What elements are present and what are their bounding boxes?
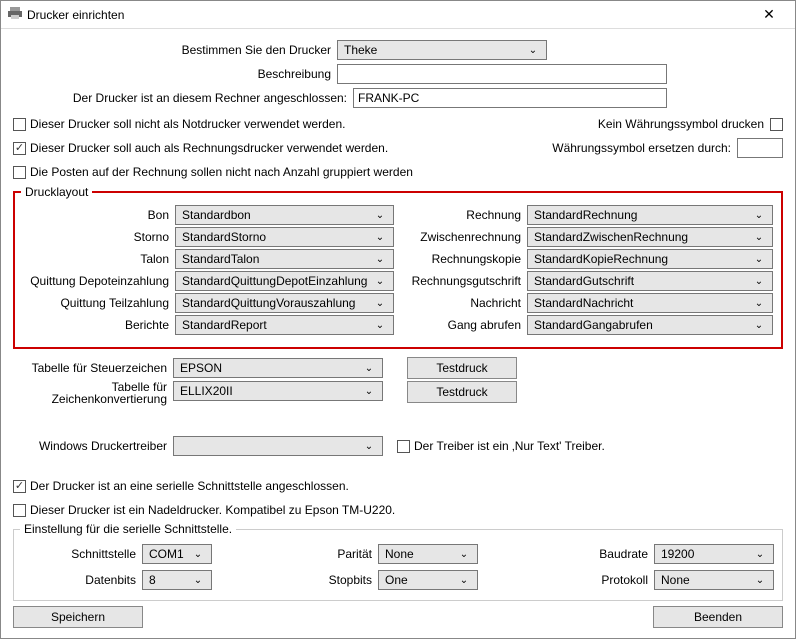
- chevron-down-icon: ⌄: [360, 386, 378, 397]
- layout-right-select-1[interactable]: StandardZwischenRechnung⌄: [527, 227, 773, 247]
- layout-left-select-3[interactable]: StandardQuittungDepotEinzahlung⌄: [175, 271, 394, 291]
- testdruck-button-2[interactable]: Testdruck: [407, 381, 517, 403]
- no-group-checkbox[interactable]: [13, 166, 26, 179]
- parity-label: Parität: [308, 547, 378, 561]
- chevron-down-icon: ⌄: [750, 210, 768, 221]
- chevron-down-icon: ⌄: [360, 363, 378, 374]
- serial-checkbox[interactable]: [13, 480, 26, 493]
- host-label: Der Drucker ist an diesem Rechner angesc…: [13, 91, 353, 105]
- chevron-down-icon: ⌄: [750, 254, 768, 265]
- chevron-down-icon: ⌄: [751, 549, 769, 560]
- chevron-down-icon: ⌄: [455, 549, 473, 560]
- serial-label: Der Drucker ist an eine serielle Schnitt…: [30, 479, 349, 493]
- parity-select[interactable]: None⌄: [378, 544, 478, 564]
- layout-right-label-0: Rechnung: [402, 208, 527, 222]
- titlebar: Drucker einrichten ✕: [1, 1, 795, 29]
- layout-left-label-4: Quittung Teilzahlung: [23, 296, 175, 310]
- needle-label: Dieser Drucker ist ein Nadeldrucker. Kom…: [30, 503, 395, 517]
- stop-select[interactable]: One⌄: [378, 570, 478, 590]
- layout-left-label-5: Berichte: [23, 318, 175, 332]
- also-invoice-checkbox[interactable]: [13, 142, 26, 155]
- chevron-down-icon: ⌄: [371, 232, 389, 243]
- tax-table-label: Tabelle für Steuerzeichen: [13, 361, 173, 375]
- currency-replace-input[interactable]: [737, 138, 783, 158]
- layout-legend: Drucklayout: [21, 185, 92, 199]
- choose-printer-label: Bestimmen Sie den Drucker: [13, 43, 337, 57]
- serial-legend: Einstellung für die serielle Schnittstel…: [20, 522, 236, 536]
- conv-table-label: Tabelle für Zeichenkonvertierung: [13, 381, 173, 405]
- bits-label: Datenbits: [22, 573, 142, 587]
- currency-replace-label: Währungssymbol ersetzen durch:: [552, 141, 731, 155]
- needle-checkbox[interactable]: [13, 504, 26, 517]
- layout-right-label-2: Rechnungskopie: [402, 252, 527, 266]
- layout-right-label-5: Gang abrufen: [402, 318, 527, 332]
- layout-left-select-4[interactable]: StandardQuittungVorauszahlung⌄: [175, 293, 394, 313]
- close-button[interactable]: ✕: [749, 6, 789, 23]
- chevron-down-icon: ⌄: [750, 320, 768, 331]
- driver-select[interactable]: ⌄: [173, 436, 383, 456]
- chevron-down-icon: ⌄: [751, 575, 769, 586]
- host-input[interactable]: [353, 88, 667, 108]
- no-currency-symbol-checkbox[interactable]: [770, 118, 783, 131]
- description-input[interactable]: [337, 64, 667, 84]
- text-only-label: Der Treiber ist ein ‚Nur Text' Treiber.: [414, 439, 605, 453]
- stop-label: Stopbits: [308, 573, 378, 587]
- chevron-down-icon: ⌄: [455, 575, 473, 586]
- layout-right-label-3: Rechnungsgutschrift: [402, 274, 527, 288]
- layout-left-select-2[interactable]: StandardTalon⌄: [175, 249, 394, 269]
- layout-left-label-2: Talon: [23, 252, 175, 266]
- chevron-down-icon: ⌄: [360, 441, 378, 452]
- layout-right-select-5[interactable]: StandardGangabrufen⌄: [527, 315, 773, 335]
- chevron-down-icon: ⌄: [371, 254, 389, 265]
- chevron-down-icon: ⌄: [371, 298, 389, 309]
- printer-icon: [7, 5, 23, 24]
- layout-left-label-3: Quittung Depoteinzahlung: [23, 274, 175, 288]
- layout-right-select-4[interactable]: StandardNachricht⌄: [527, 293, 773, 313]
- layout-right-label-4: Nachricht: [402, 296, 527, 310]
- proto-label: Protokoll: [574, 573, 654, 587]
- layout-right-label-1: Zwischenrechnung: [402, 230, 527, 244]
- layout-left-label-0: Bon: [23, 208, 175, 222]
- chevron-down-icon: ⌄: [371, 276, 389, 287]
- chevron-down-icon: ⌄: [189, 549, 207, 560]
- not-emergency-checkbox[interactable]: [13, 118, 26, 131]
- proto-select[interactable]: None⌄: [654, 570, 774, 590]
- dialog-window: Drucker einrichten ✕ Bestimmen Sie den D…: [0, 0, 796, 639]
- chevron-down-icon: ⌄: [750, 298, 768, 309]
- testdruck-button-1[interactable]: Testdruck: [407, 357, 517, 379]
- close-dialog-button[interactable]: Beenden: [653, 606, 783, 628]
- baud-label: Baudrate: [574, 547, 654, 561]
- text-only-checkbox[interactable]: [397, 440, 410, 453]
- chevron-down-icon: ⌄: [750, 232, 768, 243]
- driver-label: Windows Druckertreiber: [13, 439, 173, 453]
- no-currency-symbol-label: Kein Währungssymbol drucken: [598, 117, 764, 131]
- chevron-down-icon: ⌄: [189, 575, 207, 586]
- chevron-down-icon: ⌄: [524, 45, 542, 56]
- layout-left-select-1[interactable]: StandardStorno⌄: [175, 227, 394, 247]
- layout-left-select-0[interactable]: Standardbon⌄: [175, 205, 394, 225]
- tax-table-select[interactable]: EPSON ⌄: [173, 358, 383, 378]
- conv-table-select[interactable]: ELLIX20II ⌄: [173, 381, 383, 401]
- window-title: Drucker einrichten: [27, 8, 749, 22]
- no-group-label: Die Posten auf der Rechnung sollen nicht…: [30, 165, 413, 179]
- layout-right-select-2[interactable]: StandardKopieRechnung⌄: [527, 249, 773, 269]
- description-label: Beschreibung: [13, 67, 337, 81]
- choose-printer-select[interactable]: Theke ⌄: [337, 40, 547, 60]
- serial-fieldset: Einstellung für die serielle Schnittstel…: [13, 529, 783, 601]
- port-select[interactable]: COM1⌄: [142, 544, 212, 564]
- layout-left-label-1: Storno: [23, 230, 175, 244]
- not-emergency-label: Dieser Drucker soll nicht als Notdrucker…: [30, 117, 345, 131]
- save-button[interactable]: Speichern: [13, 606, 143, 628]
- also-invoice-label: Dieser Drucker soll auch als Rechnungsdr…: [30, 141, 388, 155]
- bits-select[interactable]: 8⌄: [142, 570, 212, 590]
- baud-select[interactable]: 19200⌄: [654, 544, 774, 564]
- layout-right-select-0[interactable]: StandardRechnung⌄: [527, 205, 773, 225]
- chevron-down-icon: ⌄: [750, 276, 768, 287]
- layout-left-select-5[interactable]: StandardReport⌄: [175, 315, 394, 335]
- port-label: Schnittstelle: [22, 547, 142, 561]
- chevron-down-icon: ⌄: [371, 320, 389, 331]
- layout-fieldset: Drucklayout BonStandardbon⌄StornoStandar…: [13, 191, 783, 349]
- layout-right-select-3[interactable]: StandardGutschrift⌄: [527, 271, 773, 291]
- chevron-down-icon: ⌄: [371, 210, 389, 221]
